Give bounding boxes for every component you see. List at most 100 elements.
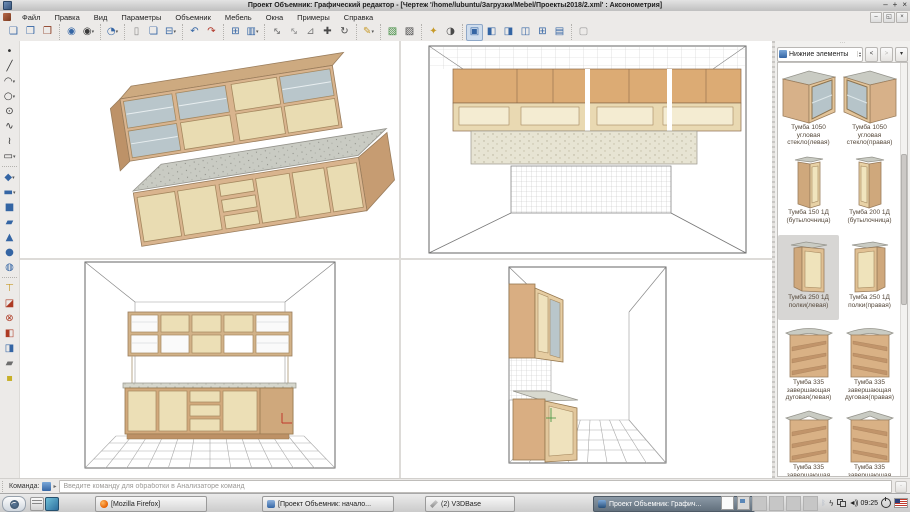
file-save-icon[interactable]: ⊟▾: [162, 24, 179, 41]
catalog-item[interactable]: Тумба 335 завершающая дуговая(правая): [839, 320, 900, 405]
ellipse-tool-icon[interactable]: ⊙: [2, 104, 17, 119]
selection-region-icon[interactable]: ▢: [575, 24, 592, 41]
project-windows-icon[interactable]: ▥▾: [244, 24, 261, 41]
point-tool-icon[interactable]: •: [2, 44, 17, 59]
view-model-icon[interactable]: ❑: [5, 24, 22, 41]
view-frame-icon[interactable]: ❒: [22, 24, 39, 41]
catalog-item[interactable]: Тумба 1050 угловая стекло(правая): [839, 65, 900, 150]
rotate-tool-icon[interactable]: ↻: [336, 24, 353, 41]
command-history-button[interactable]: ·: [895, 481, 907, 493]
dropdown-arrow-icon[interactable]: ▾: [371, 29, 374, 35]
bluetooth-icon[interactable]: ᛒ: [821, 499, 825, 507]
category-dropdown[interactable]: Нижние элементы ▴▾: [777, 47, 863, 62]
line-tool-icon[interactable]: ╱: [2, 59, 17, 74]
block-tool-icon[interactable]: ▪: [2, 371, 17, 386]
menu-item-справка[interactable]: Справка: [337, 12, 380, 23]
solid-block-icon[interactable]: ▰: [2, 215, 17, 230]
mirror-tool-icon[interactable]: ↔: [285, 24, 302, 41]
catalog-item[interactable]: Тумба 250 1Д полки(правая): [839, 235, 900, 320]
dropdown-arrow-icon[interactable]: ▾: [13, 94, 16, 100]
projection-icon[interactable]: ◔▾: [104, 24, 121, 41]
render-icon[interactable]: ✦: [425, 24, 442, 41]
camera-dark-icon[interactable]: ◉▾: [80, 24, 97, 41]
file-manager-launcher-icon[interactable]: [30, 497, 44, 511]
dropdown-arrow-icon[interactable]: ▾: [12, 175, 15, 181]
menu-item-объемник[interactable]: Объемник: [168, 12, 218, 23]
orbit-view-icon[interactable]: ◑: [442, 24, 459, 41]
catalog-item[interactable]: Тумба 335 завершающая дуговая(левая): [778, 320, 839, 405]
maximize-button[interactable]: +: [893, 0, 898, 10]
catalog-item[interactable]: Тумба 1050 угловая стекло(левая): [778, 65, 839, 150]
command-input[interactable]: [59, 480, 892, 493]
mdi-minimize-button[interactable]: –: [870, 12, 882, 23]
window-left-icon[interactable]: ◧: [483, 24, 500, 41]
minimize-button[interactable]: –: [883, 0, 887, 10]
network-icon[interactable]: [837, 499, 846, 507]
viewport-table-icon[interactable]: ⊞: [227, 24, 244, 41]
catalog-item[interactable]: Тумба 150 1Д (бутылочница): [778, 150, 839, 235]
window-single-icon[interactable]: ▣: [466, 24, 483, 41]
menu-item-правка[interactable]: Правка: [47, 12, 86, 23]
viewport-side-elevation[interactable]: [401, 260, 772, 478]
window-right-icon[interactable]: ◨: [500, 24, 517, 41]
window-list-icon[interactable]: ▤: [551, 24, 568, 41]
spline-tool-icon[interactable]: ∿: [2, 119, 17, 134]
dropdown-arrow-icon[interactable]: ▾: [13, 190, 16, 196]
paint-tool-icon[interactable]: ◧: [2, 326, 17, 341]
catalog-item[interactable]: Тумба 335 завершающая: [839, 405, 900, 477]
taskbar-task-2[interactable]: [Проект Объемник: начало...: [262, 496, 394, 512]
close-button[interactable]: ×: [902, 0, 907, 10]
curve-tool-icon[interactable]: ≀: [2, 134, 17, 149]
viewport-axonometric[interactable]: [20, 41, 399, 258]
volume-icon[interactable]: ◄)): [849, 500, 858, 507]
window-quad-icon[interactable]: ⊞: [534, 24, 551, 41]
catalog-next-button[interactable]: >: [880, 47, 893, 62]
solid-sphere-icon[interactable]: ●: [2, 245, 17, 260]
arc-tool-icon[interactable]: ◠▾: [2, 74, 17, 89]
menu-item-примеры[interactable]: Примеры: [290, 12, 337, 23]
menu-item-мебель[interactable]: Мебель: [218, 12, 259, 23]
category-spinner[interactable]: ▴▾: [857, 51, 861, 57]
menu-item-файл[interactable]: Файл: [15, 12, 47, 23]
file-new-icon[interactable]: ▯: [128, 24, 145, 41]
clock[interactable]: 09:25: [860, 500, 878, 507]
skew-tool-icon[interactable]: ⊿: [302, 24, 319, 41]
scene-image-icon[interactable]: ▧: [384, 24, 401, 41]
catalog-collapse-button[interactable]: ▾: [895, 47, 908, 62]
command-bar-handle[interactable]: [2, 481, 6, 492]
solid-panel-icon[interactable]: ▬▾: [2, 185, 17, 200]
workspace-2-pager[interactable]: [737, 496, 750, 510]
dropdown-arrow-icon[interactable]: ▾: [116, 29, 119, 35]
mdi-restore-button[interactable]: ◱: [883, 12, 895, 23]
circle-tool-icon[interactable]: ○▾: [2, 89, 17, 104]
view-solid-icon[interactable]: ❒: [39, 24, 56, 41]
scale-tool-icon[interactable]: ↔: [268, 24, 285, 41]
catalog-item[interactable]: Тумба 250 1Д полки(левая): [778, 235, 839, 320]
redo-icon[interactable]: ↷: [203, 24, 220, 41]
move-tool-icon[interactable]: ✚: [319, 24, 336, 41]
catalog-prev-button[interactable]: <: [865, 47, 878, 62]
dropdown-arrow-icon[interactable]: ▾: [92, 29, 95, 35]
keyboard-layout-flag-icon[interactable]: [894, 498, 908, 508]
dropdown-arrow-icon[interactable]: ▾: [13, 154, 16, 160]
solid-box-icon[interactable]: ■: [2, 200, 17, 215]
catalog-item[interactable]: Тумба 200 1Д (бутылочница): [839, 150, 900, 235]
viewport-front-elevation[interactable]: [20, 260, 399, 478]
taskbar-task-3[interactable]: (2) V3DBase: [425, 496, 515, 512]
solid-cone-icon[interactable]: ▲: [2, 230, 17, 245]
erase-tool-icon[interactable]: ▰: [2, 356, 17, 371]
dropdown-arrow-icon[interactable]: ▾: [256, 29, 259, 35]
workspace-1-pager[interactable]: [721, 496, 734, 510]
dropdown-arrow-icon[interactable]: ▾: [13, 79, 16, 85]
catalog-item[interactable]: Тумба 335 завершающая: [778, 405, 839, 477]
viewport-ceiling-plan[interactable]: [401, 41, 772, 258]
dropdown-arrow-icon[interactable]: ▾: [173, 29, 176, 35]
menu-item-окна[interactable]: Окна: [259, 12, 290, 23]
fill-tool-icon[interactable]: ◨: [2, 341, 17, 356]
mdi-close-button[interactable]: ×: [896, 12, 908, 23]
cut-tool-icon[interactable]: ◪: [2, 296, 17, 311]
drill-tool-icon[interactable]: ⊗: [2, 311, 17, 326]
file-open-icon[interactable]: ❏: [145, 24, 162, 41]
start-menu-button[interactable]: [2, 496, 26, 512]
measure-tool-icon[interactable]: ⊤: [2, 281, 17, 296]
